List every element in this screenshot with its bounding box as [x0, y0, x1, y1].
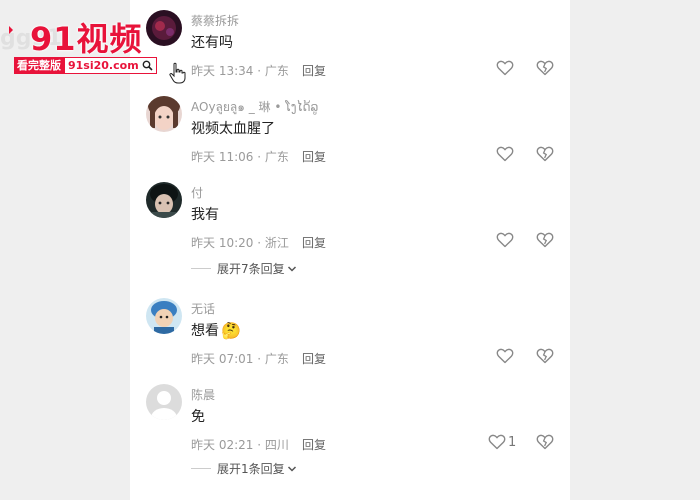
comment-item: 蔡蔡拆拆 还有吗 昨天 13:34 · 广东 回复	[130, 10, 570, 90]
reply-button[interactable]: 回复	[302, 148, 326, 165]
comment-text: 视频太血腥了	[191, 121, 275, 137]
like-button[interactable]	[496, 232, 514, 248]
reply-button[interactable]: 回复	[302, 350, 326, 367]
comment-username[interactable]: 蔡蔡拆拆	[191, 12, 239, 29]
broken-heart-icon	[536, 348, 554, 364]
dislike-button[interactable]	[536, 146, 554, 166]
like-count: 1	[508, 434, 517, 450]
broken-heart-icon	[536, 146, 554, 162]
comment-text: 我有	[191, 207, 219, 223]
user-avatar[interactable]	[146, 10, 182, 46]
reply-button[interactable]: 回复	[302, 436, 326, 453]
comment-text: 免	[191, 409, 205, 425]
comment-time-location: 昨天 07:01 · 广东	[191, 352, 289, 366]
comment-item: 无话 想看 🤔 昨天 07:01 · 广东 回复	[130, 298, 570, 378]
like-button[interactable]	[496, 146, 514, 162]
comment-item: 付 我有 昨天 10:20 · 浙江 回复 展开7条回复	[130, 182, 570, 282]
broken-heart-icon	[536, 434, 554, 450]
watermark-logo: 91视频	[30, 20, 143, 58]
comment-time-location: 昨天 10:20 · 浙江	[191, 236, 289, 250]
expand-replies-label: 展开7条回复	[217, 262, 285, 276]
heart-icon	[496, 146, 514, 162]
comment-panel: 蔡蔡拆拆 还有吗 昨天 13:34 · 广东 回复 AOyลูยลู๑ _ 琳 …	[130, 0, 570, 500]
user-avatar[interactable]	[146, 298, 182, 334]
user-avatar[interactable]	[146, 384, 182, 420]
expand-replies-button[interactable]: 展开1条回复	[191, 460, 297, 477]
heart-icon	[496, 60, 514, 76]
like-button[interactable]	[496, 60, 514, 76]
comment-username[interactable]: 付	[191, 184, 203, 201]
divider-line	[191, 468, 211, 469]
dislike-button[interactable]	[536, 434, 554, 454]
watermark-url: 91si20.com	[68, 59, 139, 72]
comment-username[interactable]: AOyลูยลู๑ _ 琳 • ໂງໄດ້ລູ	[191, 98, 318, 117]
app-screen: 蔡蔡拆拆 还有吗 昨天 13:34 · 广东 回复 AOyลูยลู๑ _ 琳 …	[0, 0, 700, 500]
dislike-button[interactable]	[536, 348, 554, 368]
expand-replies-label: 展开1条回复	[217, 462, 285, 476]
like-button[interactable]: 1	[488, 434, 516, 450]
reply-button[interactable]: 回复	[302, 234, 326, 251]
watermark-tag-right: 91si20.com	[64, 57, 157, 74]
comment-username[interactable]: 无话	[191, 300, 215, 317]
search-icon	[142, 60, 153, 71]
watermark-tag-left: 看完整版	[14, 57, 64, 74]
comment-time-location: 昨天 13:34 · 广东	[191, 64, 289, 78]
watermark-tag: 看完整版 91si20.com	[14, 57, 157, 74]
hand-cursor-icon	[169, 62, 186, 84]
thinking-emoji: 🤔	[221, 320, 241, 340]
comment-text: 想看 🤔	[191, 320, 241, 340]
heart-icon	[488, 434, 506, 450]
expand-replies-button[interactable]: 展开7条回复	[191, 260, 297, 277]
dislike-button[interactable]	[536, 60, 554, 80]
user-avatar[interactable]	[146, 96, 182, 132]
chevron-down-icon	[287, 465, 296, 472]
dislike-button[interactable]	[536, 232, 554, 252]
comment-text: 还有吗	[191, 35, 233, 51]
comment-time-location: 昨天 11:06 · 广东	[191, 150, 289, 164]
comment-item: 陈晨 免 昨天 02:21 · 四川 回复 1 展开1条回复	[130, 384, 570, 484]
chevron-down-icon	[287, 265, 296, 272]
reply-button[interactable]: 回复	[302, 62, 326, 79]
comment-username[interactable]: 陈晨	[191, 386, 215, 403]
like-button[interactable]	[496, 348, 514, 364]
comment-time-location: 昨天 02:21 · 四川	[191, 438, 289, 452]
user-avatar[interactable]	[146, 182, 182, 218]
broken-heart-icon	[536, 232, 554, 248]
heart-icon	[496, 348, 514, 364]
broken-heart-icon	[536, 60, 554, 76]
heart-icon	[496, 232, 514, 248]
divider-line	[191, 268, 211, 269]
watermark-arrow-icon	[9, 26, 13, 34]
comment-item: AOyลูยลู๑ _ 琳 • ໂງໄດ້ລູ 视频太血腥了 昨天 11:06 …	[130, 96, 570, 176]
